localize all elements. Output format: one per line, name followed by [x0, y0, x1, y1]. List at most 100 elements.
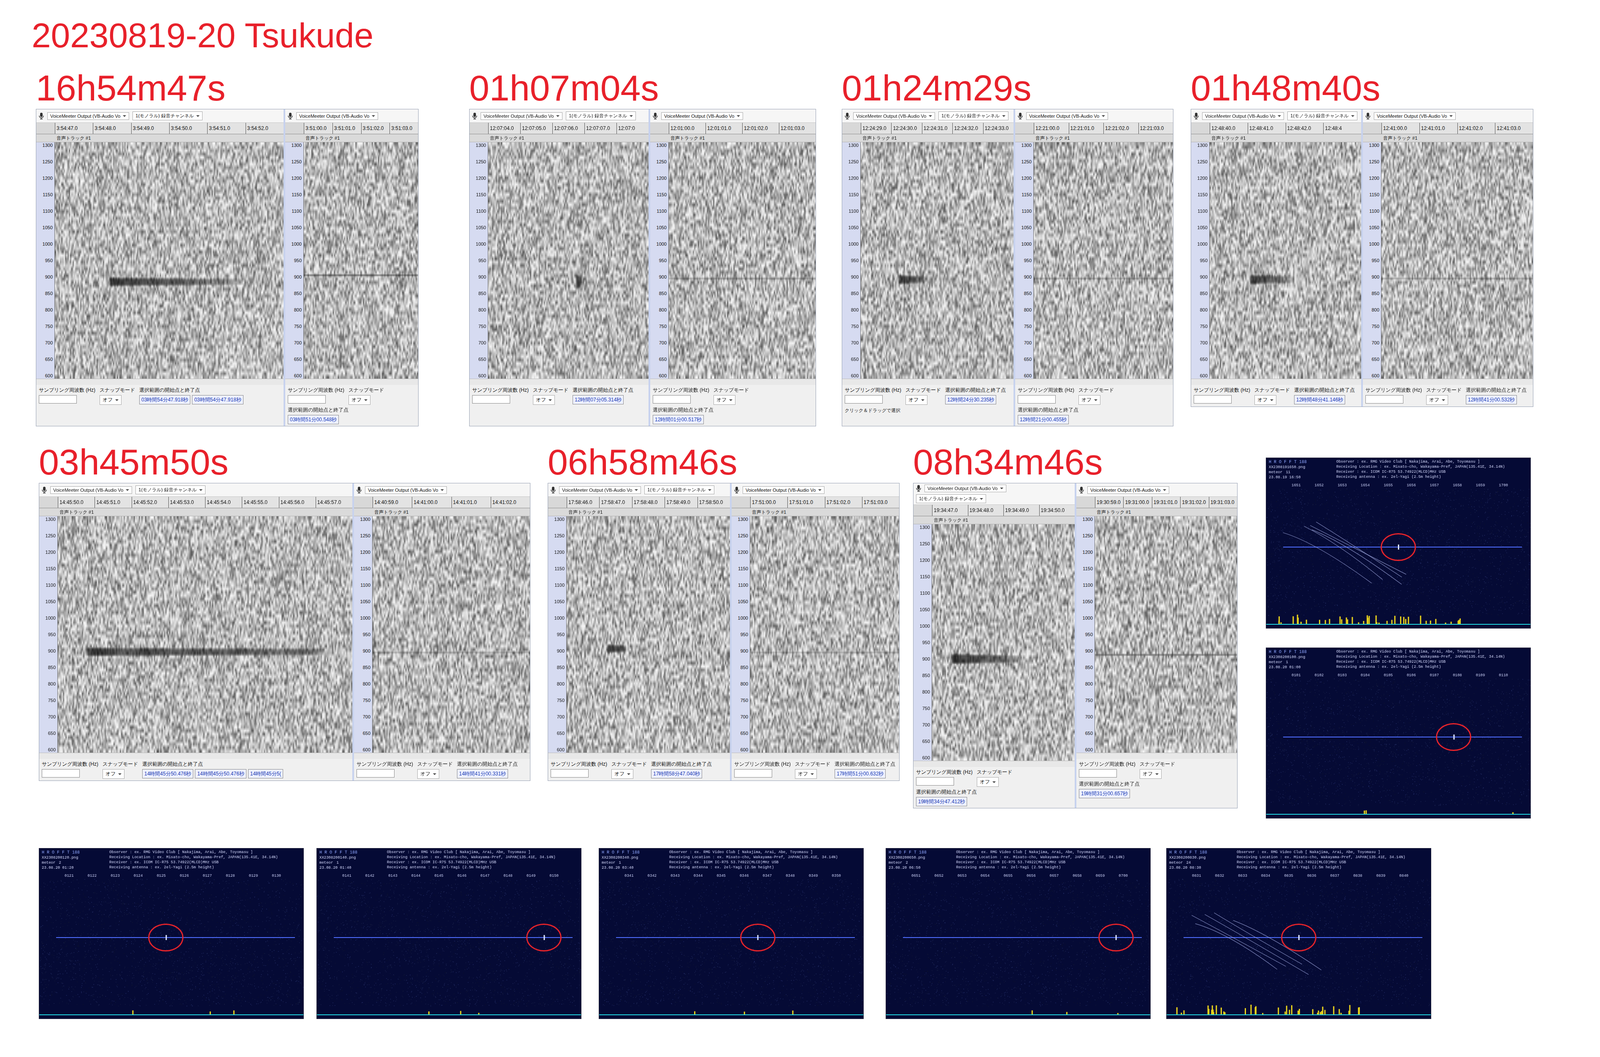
sample-rate-field[interactable]: [356, 768, 395, 778]
sample-rate-field[interactable]: [916, 776, 955, 786]
snap-dropdown[interactable]: オフ: [1254, 394, 1277, 405]
spectrogram-canvas[interactable]: [1094, 516, 1238, 753]
sample-rate-field[interactable]: [550, 768, 589, 778]
snap-dropdown[interactable]: オフ: [348, 394, 371, 405]
horizontal-scrollbar[interactable]: [1076, 752, 1238, 759]
horizontal-scrollbar[interactable]: [1191, 378, 1362, 385]
recording-device-dropdown[interactable]: VoiceMeeter Output (VB-Audio Vo: [559, 486, 641, 494]
spectrogram-canvas[interactable]: [668, 142, 816, 379]
recording-device-dropdown[interactable]: VoiceMeeter Output (VB-Audio Vo: [364, 486, 447, 494]
selection-time-field[interactable]: 12時間07分05.314秒: [572, 394, 624, 405]
selection-time-field[interactable]: 14時間41分00.331秒: [456, 768, 509, 779]
snap-dropdown[interactable]: オフ: [905, 394, 928, 405]
spectrogram-canvas[interactable]: [1033, 142, 1173, 379]
time-ruler[interactable]: 14:40:59.014:41:00.014:41:01.014:41:02.0: [354, 496, 530, 509]
horizontal-scrollbar[interactable]: [731, 752, 900, 759]
spectrogram-canvas[interactable]: [303, 142, 419, 379]
selection-time-field[interactable]: 19時間34分47.412秒: [916, 796, 968, 806]
horizontal-scrollbar[interactable]: [36, 378, 284, 385]
selection-time-field[interactable]: 03時間51分00.548秒: [287, 414, 339, 425]
snap-dropdown[interactable]: オフ: [1426, 394, 1449, 405]
selection-time-field[interactable]: 17時間58分47.040秒: [651, 768, 703, 779]
horizontal-scrollbar[interactable]: [469, 378, 649, 385]
snap-dropdown[interactable]: オフ: [1078, 394, 1101, 405]
selection-time-field[interactable]: 12時間24分30.235秒: [945, 394, 997, 405]
snap-dropdown[interactable]: オフ: [1139, 768, 1162, 779]
recording-device-dropdown[interactable]: VoiceMeeter Output (VB-Audio Vo: [853, 112, 936, 120]
selection-time-field[interactable]: 12時間48分41.146秒: [1294, 394, 1346, 405]
snap-dropdown[interactable]: オフ: [611, 768, 634, 779]
recording-device-dropdown[interactable]: VoiceMeeter Output (VB-Audio Vo: [480, 112, 563, 120]
channel-dropdown[interactable]: 1(モノラル) 録音チャンネル: [1287, 111, 1358, 121]
recording-device-dropdown[interactable]: VoiceMeeter Output (VB-Audio Vo: [50, 486, 133, 494]
selection-time-field[interactable]: 12時間01分00.517秒: [652, 414, 704, 425]
time-ruler[interactable]: 12:24:29.012:24:30.012:24:31.012:24:32.0…: [842, 122, 1014, 135]
time-ruler[interactable]: 17:51:00.017:51:01.017:51:02.017:51:03.0: [731, 496, 900, 509]
selection-time-field[interactable]: 12時間21分00.455秒: [1017, 414, 1069, 425]
horizontal-scrollbar[interactable]: [650, 378, 816, 385]
horizontal-scrollbar[interactable]: [913, 760, 1075, 767]
snap-dropdown[interactable]: オフ: [713, 394, 736, 405]
time-ruler[interactable]: 12:41:00.012:41:01.012:41:02.012:41:03.0: [1362, 122, 1533, 135]
spectrogram-canvas[interactable]: [860, 142, 1014, 379]
recording-device-dropdown[interactable]: VoiceMeeter Output (VB-Audio Vo: [47, 112, 130, 120]
selection-time-field[interactable]: 14時間45分50.476秒: [194, 768, 246, 779]
channel-dropdown[interactable]: 1(モノラル) 録音チャンネル: [644, 485, 715, 495]
recording-device-dropdown[interactable]: VoiceMeeter Output (VB-Audio Vo: [296, 112, 379, 120]
time-ruler[interactable]: 14:45:50.014:45:51.014:45:52.014:45:53.0…: [39, 496, 353, 509]
snap-dropdown[interactable]: オフ: [99, 394, 122, 405]
selection-time-field[interactable]: 19時間31分00.657秒: [1078, 788, 1130, 798]
time-ruler[interactable]: 12:21:00.012:21:01.012:21:02.012:21:03.0: [1015, 122, 1173, 135]
sample-rate-field[interactable]: [38, 394, 77, 404]
horizontal-scrollbar[interactable]: [548, 752, 730, 759]
recording-device-dropdown[interactable]: VoiceMeeter Output (VB-Audio Vo: [1087, 486, 1170, 494]
snap-dropdown[interactable]: オフ: [532, 394, 555, 405]
selection-time-field[interactable]: 03時間54分47.918秒: [191, 394, 244, 405]
selection-time-field[interactable]: 17時間51分00.632秒: [834, 768, 886, 779]
snap-dropdown[interactable]: オフ: [102, 768, 125, 779]
spectrogram-canvas[interactable]: [372, 516, 530, 753]
spectrogram-canvas[interactable]: [1381, 142, 1533, 379]
channel-dropdown[interactable]: 1(モノラル) 録音チャンネル: [916, 494, 987, 503]
snap-dropdown[interactable]: オフ: [417, 768, 440, 779]
snap-dropdown[interactable]: オフ: [976, 776, 999, 787]
channel-dropdown[interactable]: 1(モノラル) 録音チャンネル: [132, 111, 203, 121]
sample-rate-field[interactable]: [652, 394, 691, 404]
spectrogram-canvas[interactable]: [57, 516, 353, 753]
spectrogram-canvas[interactable]: [488, 142, 649, 379]
time-ruler[interactable]: 3:51:00.03:51:01.03:51:02.03:51:03.0: [285, 122, 419, 135]
channel-dropdown[interactable]: 1(モノラル) 録音チャンネル: [565, 111, 636, 121]
time-ruler[interactable]: 3:54:47.03:54:48.03:54:49.03:54:50.03:54…: [36, 122, 284, 135]
sample-rate-field[interactable]: [1193, 394, 1232, 404]
snap-dropdown[interactable]: オフ: [794, 768, 817, 779]
selection-time-field[interactable]: 14時間45分50.476秒: [142, 768, 194, 779]
spectrogram-canvas[interactable]: [932, 524, 1075, 761]
sample-rate-field[interactable]: [1078, 768, 1117, 778]
selection-time-field[interactable]: 14時間45分5(: [248, 768, 284, 779]
horizontal-scrollbar[interactable]: [842, 378, 1014, 385]
sample-rate-field[interactable]: [734, 768, 773, 778]
horizontal-scrollbar[interactable]: [354, 752, 530, 759]
horizontal-scrollbar[interactable]: [285, 378, 419, 385]
sample-rate-field[interactable]: [1017, 394, 1056, 404]
time-ruler[interactable]: 17:58:46.017:58:47.017:58:48.017:58:49.0…: [548, 496, 730, 509]
spectrogram-canvas[interactable]: [1209, 142, 1362, 379]
time-ruler[interactable]: 12:07:04.012:07:05.012:07:06.012:07:07.0…: [469, 122, 649, 135]
recording-device-dropdown[interactable]: VoiceMeeter Output (VB-Audio Vo: [1026, 112, 1109, 120]
selection-time-field[interactable]: 03時間54分47.918秒: [139, 394, 191, 405]
selection-time-field[interactable]: 12時間41分00.532秒: [1465, 394, 1517, 405]
spectrogram-canvas[interactable]: [750, 516, 900, 753]
time-ruler[interactable]: 12:01:00.012:01:01.012:01:02.012:01:03.0: [650, 122, 816, 135]
channel-dropdown[interactable]: 1(モノラル) 録音チャンネル: [938, 111, 1009, 121]
horizontal-scrollbar[interactable]: [1015, 378, 1173, 385]
sample-rate-field[interactable]: [472, 394, 511, 404]
channel-dropdown[interactable]: 1(モノラル) 録音チャンネル: [135, 485, 206, 495]
sample-rate-field[interactable]: [287, 394, 326, 404]
time-ruler[interactable]: 12:48:40.012:48:41.012:48:42.012:48:4: [1191, 122, 1362, 135]
recording-device-dropdown[interactable]: VoiceMeeter Output (VB-Audio Vo: [1373, 112, 1456, 120]
recording-device-dropdown[interactable]: VoiceMeeter Output (VB-Audio Vo: [1202, 112, 1284, 120]
time-ruler[interactable]: 19:34:47.019:34:48.019:34:49.019:34:50.0: [913, 504, 1075, 517]
recording-device-dropdown[interactable]: VoiceMeeter Output (VB-Audio Vo: [661, 112, 744, 120]
spectrogram-canvas[interactable]: [54, 142, 284, 379]
horizontal-scrollbar[interactable]: [39, 752, 353, 759]
